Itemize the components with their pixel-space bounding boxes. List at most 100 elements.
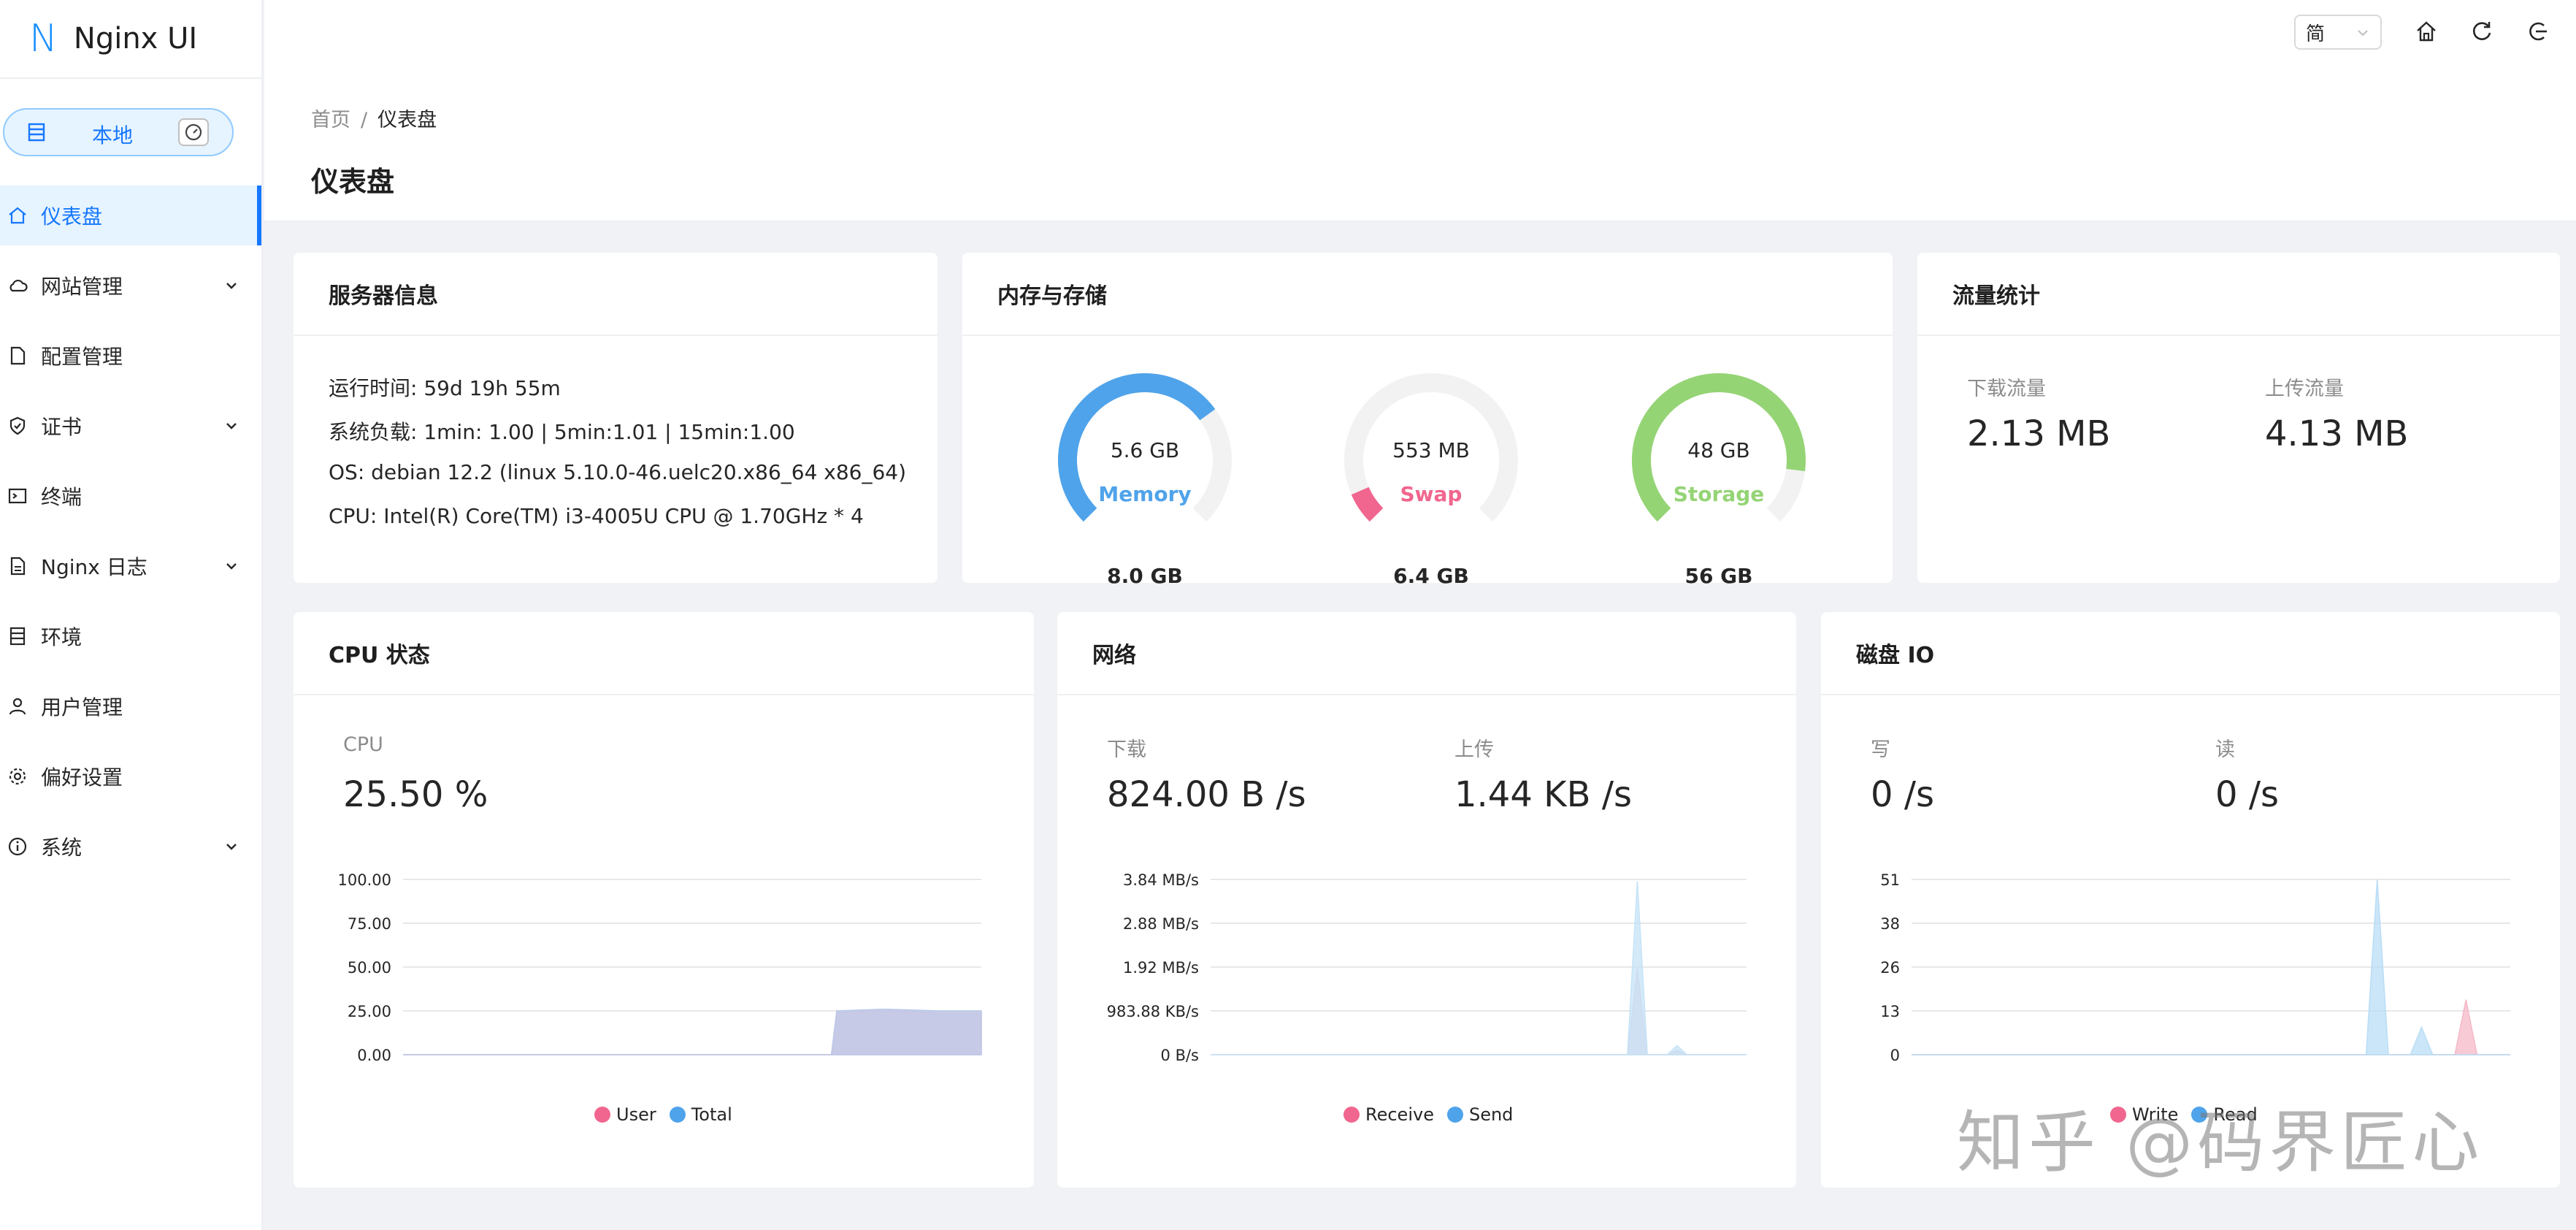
legend-swatch <box>594 1107 610 1123</box>
download-rate-number: 824.00 B <box>1107 774 1265 815</box>
legend-item[interactable]: Receive <box>1343 1104 1434 1125</box>
log-file-icon <box>7 556 28 576</box>
sidebar-item-label: 网站管理 <box>41 275 123 299</box>
sidebar-item-label: Nginx 日志 <box>41 555 147 579</box>
card-title: 内存与存储 <box>962 253 1893 336</box>
breadcrumb-current: 仪表盘 <box>377 109 437 131</box>
download-rate-value: 824.00 B /s <box>1107 774 1306 815</box>
sidebar-item-0[interactable]: 仪表盘 <box>0 186 261 245</box>
sidebar-item-6[interactable]: 环境 <box>0 606 261 666</box>
network-chart: 3.84 MB/s 2.88 MB/s 1.92 MB/s 983.88 KB/s 0 … <box>1107 871 1747 1064</box>
os-line: OS: debian 12.2 (linux 5.10.0-46.uelc20.… <box>329 460 907 484</box>
page-header: 首页 / 仪表盘 仪表盘 <box>264 79 2576 222</box>
card-title: 网络 <box>1057 612 1796 695</box>
download-traffic-label: 下载流量 <box>1967 378 2046 400</box>
y-tick-label: 3.84 MB/s <box>1123 871 1199 889</box>
gauge-total-value: 6.4 GB <box>1393 564 1469 588</box>
legend-label: Receive <box>1365 1104 1434 1125</box>
upload-traffic-label: 上传流量 <box>2265 378 2344 400</box>
disk-write-value: 0 /s <box>1871 774 1934 815</box>
y-tick-label: 100.00 <box>338 871 391 889</box>
legend-label: Total <box>691 1104 732 1125</box>
upload-traffic-value: 4.13 MB <box>2265 413 2409 454</box>
card-title: 磁盘 IO <box>1821 612 2560 695</box>
database-icon <box>7 626 28 646</box>
sidebar-item-3[interactable]: 证书 <box>0 396 261 456</box>
legend-item[interactable]: Send <box>1446 1104 1514 1125</box>
sidebar-item-9[interactable]: 系统 <box>0 817 261 876</box>
sidebar-item-4[interactable]: 终端 <box>0 466 261 526</box>
breadcrumb: 首页 / 仪表盘 <box>311 104 437 132</box>
legend-label: Send <box>1468 1104 1514 1125</box>
cpu-label: CPU <box>343 733 383 756</box>
chevron-down-icon <box>2358 30 2368 37</box>
sidebar-item-label: 配置管理 <box>41 345 123 369</box>
load-average-line: 系统负载: 1min: 1.00 | 5min:1.01 | 15min:1.0… <box>329 420 795 444</box>
y-tick-label: 0.00 <box>357 1047 391 1064</box>
sidebar-item-5[interactable]: Nginx 日志 <box>0 536 261 596</box>
sidebar-item-1[interactable]: 网站管理 <box>0 256 261 316</box>
gauge-name: Memory <box>1098 482 1192 506</box>
sidebar-item-label: 仪表盘 <box>41 205 103 229</box>
app-logo[interactable]: N Nginx UI <box>0 0 261 79</box>
upload-rate-label: 上传 <box>1454 738 1494 761</box>
home-icon <box>7 205 28 226</box>
download-rate-unit: /s <box>1276 774 1306 815</box>
series-area-send <box>1211 881 1747 1055</box>
download-traffic-value: 2.13 MB <box>1967 413 2111 454</box>
sidebar-item-label: 用户管理 <box>41 695 123 719</box>
y-tick-label: 0 <box>1890 1047 1900 1064</box>
legend-item[interactable]: User <box>594 1104 656 1125</box>
card-title: 流量统计 <box>1917 253 2560 336</box>
gauge-swap: 553 MB Swap 6.4 GB <box>1336 365 1526 588</box>
sidebar-item-8[interactable]: 偏好设置 <box>0 746 261 806</box>
sidebar-item-label: 终端 <box>41 485 83 509</box>
sidebar-item-label: 偏好设置 <box>41 765 123 790</box>
language-value: 简 <box>2306 23 2326 45</box>
gauge-icon <box>185 123 202 141</box>
gauge-used-value: 553 MB <box>1392 438 1470 462</box>
gauge-total-value: 8.0 GB <box>1107 564 1183 588</box>
legend-item[interactable]: Total <box>669 1104 732 1125</box>
environment-label: 本地 <box>92 123 134 148</box>
download-rate-label: 下载 <box>1107 738 1146 761</box>
traffic-stats-card: 流量统计 下载流量 2.13 MB 上传流量 4.13 MB <box>1917 253 2560 583</box>
sidebar-item-label: 证书 <box>41 415 83 439</box>
card-title: 服务器信息 <box>294 253 938 336</box>
gauge-name: Swap <box>1400 482 1463 506</box>
language-select[interactable]: 简 <box>2294 15 2382 50</box>
home-icon[interactable] <box>2414 19 2439 44</box>
chevron-down-icon <box>226 563 237 570</box>
environment-switcher[interactable]: 本地 <box>3 108 234 156</box>
network-card: 网络 下载 824.00 B /s 上传 1.44 KB /s 3.84 MB/… <box>1057 612 1796 1188</box>
logo-mark: N <box>29 17 58 61</box>
upload-rate-unit: /s <box>1601 774 1632 815</box>
gauge-used-value: 48 GB <box>1687 438 1750 462</box>
y-tick-label: 51 <box>1880 871 1900 889</box>
disk-read-number: 0 <box>2215 774 2238 815</box>
sidebar-item-label: 环境 <box>41 625 83 649</box>
series-area-total <box>403 1008 982 1055</box>
reload-icon[interactable] <box>2469 19 2494 44</box>
server-info-card: 服务器信息 运行时间: 59d 19h 55m 系统负载: 1min: 1.00… <box>294 253 938 583</box>
cpu-usage-unit: % <box>454 774 488 815</box>
server-icon <box>28 123 45 142</box>
cpu-usage-number: 25.50 <box>343 774 444 815</box>
sidebar-item-7[interactable]: 用户管理 <box>0 676 261 736</box>
disk-write-unit: /s <box>1904 774 1934 815</box>
file-icon <box>7 345 28 366</box>
network-chart-legend: Receive Send <box>1343 1104 1526 1125</box>
y-tick-label: 983.88 KB/s <box>1107 1003 1199 1020</box>
logout-icon[interactable] <box>2525 19 2550 44</box>
upload-rate-number: 1.44 KB <box>1454 774 1591 815</box>
main-menu: 仪表盘网站管理配置管理证书终端 Nginx 日志 环境用户管理偏好设置系统 <box>0 186 261 887</box>
chevron-down-icon <box>226 423 237 429</box>
sidebar-item-2[interactable]: 配置管理 <box>0 326 261 386</box>
y-tick-label: 26 <box>1880 959 1900 977</box>
dashboard-gauge-button[interactable] <box>178 118 209 146</box>
memory-storage-card: 内存与存储 5.6 GB Memory 8.0 GB 553 MB Swap 6.4 GB… <box>962 253 1893 588</box>
cpu-chart-legend: User Total <box>594 1104 745 1125</box>
breadcrumb-separator: / <box>361 109 368 131</box>
legend-swatch <box>1343 1107 1360 1123</box>
breadcrumb-home[interactable]: 首页 <box>311 109 350 131</box>
